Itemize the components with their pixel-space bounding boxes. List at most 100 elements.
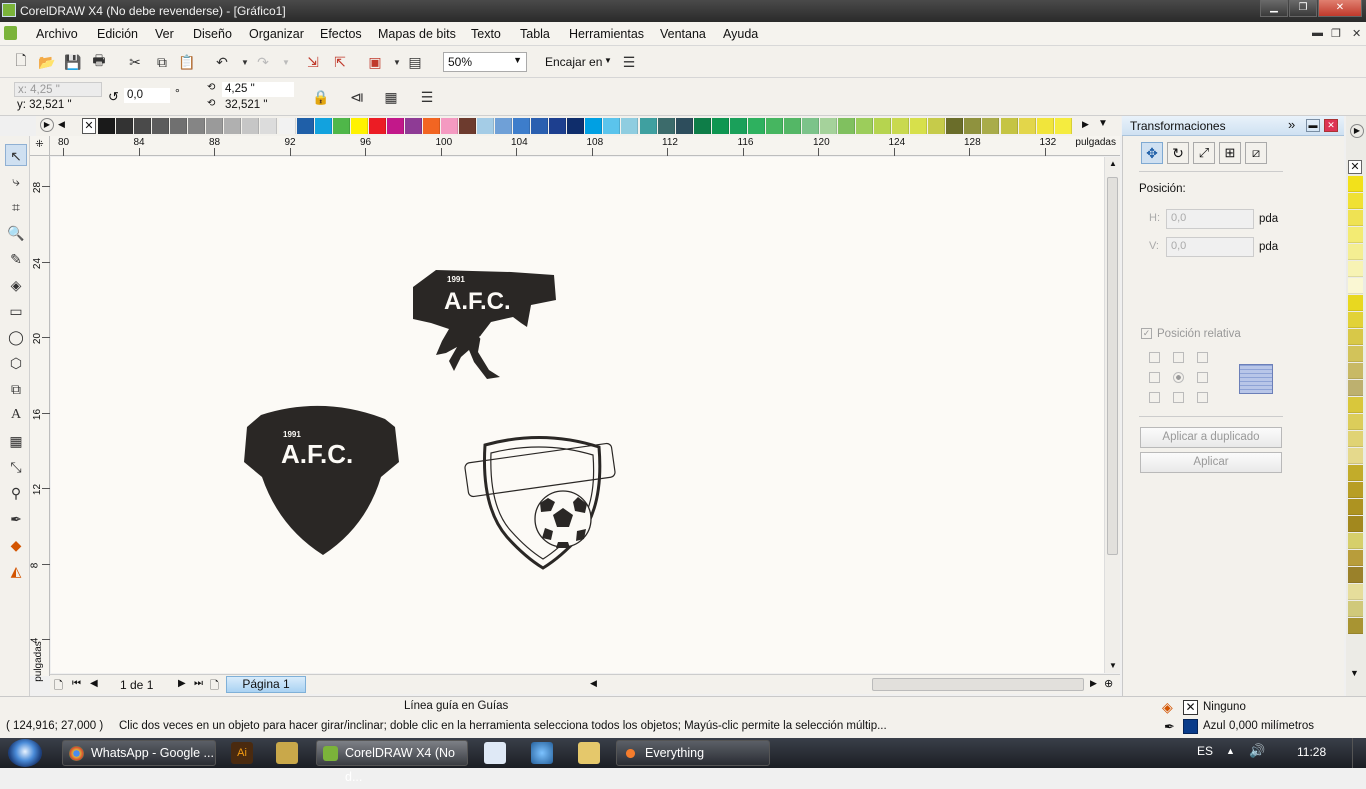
- right-color-swatch[interactable]: [1348, 193, 1363, 209]
- text-tool-icon[interactable]: A: [5, 404, 27, 426]
- color-swatch[interactable]: [657, 118, 675, 134]
- undo-dropdown-icon[interactable]: ▼: [236, 53, 254, 71]
- crop-tool-icon[interactable]: ⌗: [5, 196, 27, 218]
- right-color-swatch[interactable]: [1348, 227, 1363, 243]
- close-button[interactable]: ✕: [1318, 0, 1362, 17]
- anchor-center[interactable]: [1173, 372, 1184, 383]
- eyedropper-tool-icon[interactable]: ⚲: [5, 482, 27, 504]
- anchor-middle-left[interactable]: [1149, 372, 1160, 383]
- color-swatch[interactable]: [386, 118, 404, 134]
- show-desktop-button[interactable]: [1352, 738, 1366, 768]
- coreldraw-app-icon[interactable]: [2, 3, 16, 17]
- hscroll-right-icon[interactable]: ▶: [1090, 678, 1097, 689]
- horizontal-scroll-thumb[interactable]: [872, 678, 1084, 691]
- right-color-swatch[interactable]: [1348, 601, 1363, 617]
- menu-edicion[interactable]: Edición: [97, 27, 138, 41]
- hscroll-left-icon[interactable]: ◀: [590, 678, 597, 689]
- color-swatch[interactable]: [314, 118, 332, 134]
- maximize-button[interactable]: ❐: [1289, 0, 1317, 17]
- right-color-swatch[interactable]: [1348, 618, 1363, 634]
- rectangle-tool-icon[interactable]: ▭: [5, 300, 27, 322]
- right-color-swatch[interactable]: [1348, 380, 1363, 396]
- import-icon[interactable]: ⇲: [304, 53, 322, 71]
- palette-scroll-left-icon[interactable]: ◀: [58, 119, 65, 130]
- right-palette-scroll-icon[interactable]: ▼: [1350, 668, 1359, 678]
- menu-ver[interactable]: Ver: [155, 27, 174, 41]
- menu-archivo[interactable]: Archivo: [36, 27, 78, 41]
- color-swatch[interactable]: [729, 118, 747, 134]
- undo-icon[interactable]: ↶: [213, 53, 231, 71]
- right-color-swatch[interactable]: [1348, 448, 1363, 464]
- right-color-swatch[interactable]: [1348, 499, 1363, 515]
- anchor-top-right[interactable]: [1197, 352, 1208, 363]
- right-color-swatch[interactable]: [1348, 244, 1363, 260]
- application-launcher-icon[interactable]: ▣: [366, 53, 384, 71]
- palette-scroll-right-icon[interactable]: ▶: [1082, 119, 1089, 130]
- snap-to-label[interactable]: Encajar en: [545, 55, 602, 69]
- zoom-dropdown-icon[interactable]: ▼: [513, 55, 522, 65]
- menu-diseno[interactable]: Diseño: [193, 27, 232, 41]
- volume-icon[interactable]: 🔊: [1249, 743, 1265, 759]
- rotation-center-x-field[interactable]: 4,25 ": [222, 82, 294, 97]
- menu-efectos[interactable]: Efectos: [320, 27, 362, 41]
- menu-ventana[interactable]: Ventana: [660, 27, 706, 41]
- navigator-icon[interactable]: ⊕: [1104, 677, 1113, 690]
- right-color-swatch[interactable]: [1348, 397, 1363, 413]
- color-swatch[interactable]: [1000, 118, 1018, 134]
- color-swatch[interactable]: [982, 118, 1000, 134]
- illustrator-icon[interactable]: Ai: [231, 742, 253, 764]
- color-swatch[interactable]: [116, 118, 134, 134]
- color-swatch[interactable]: [1054, 118, 1072, 134]
- taskbar-everything[interactable]: Everything: [616, 740, 770, 766]
- redo-icon[interactable]: ↷: [254, 53, 272, 71]
- color-swatch[interactable]: [910, 118, 928, 134]
- apply-to-duplicate-button[interactable]: Aplicar a duplicado: [1140, 427, 1282, 448]
- right-color-swatch[interactable]: [1348, 176, 1363, 192]
- right-palette-menu-icon[interactable]: ▶: [1350, 124, 1364, 138]
- outline-color-swatch[interactable]: [1183, 719, 1198, 734]
- color-swatch[interactable]: [747, 118, 765, 134]
- cut-icon[interactable]: ✂: [126, 53, 144, 71]
- palette-expand-icon[interactable]: ▼: [1098, 118, 1108, 129]
- color-swatch[interactable]: [422, 118, 440, 134]
- color-swatch[interactable]: [693, 118, 711, 134]
- taskbar-coreldraw[interactable]: CorelDRAW X4 (No d...: [316, 740, 468, 784]
- no-color-swatch[interactable]: ✕: [1348, 160, 1362, 174]
- last-page-icon[interactable]: ⏭: [194, 678, 203, 689]
- color-swatch[interactable]: [260, 118, 278, 134]
- vertical-scrollbar[interactable]: ▲ ▼: [1104, 157, 1120, 673]
- welcome-screen-icon[interactable]: ▤: [406, 53, 424, 71]
- color-swatch[interactable]: [603, 118, 621, 134]
- clock-time[interactable]: 11:28: [1297, 745, 1326, 759]
- next-page-icon[interactable]: ▶: [178, 678, 186, 689]
- rotation-angle-field[interactable]: 0,0: [124, 88, 170, 103]
- table-tool-icon[interactable]: ▦: [5, 430, 27, 452]
- anchor-bottom-center[interactable]: [1173, 392, 1184, 403]
- menu-organizar[interactable]: Organizar: [249, 27, 304, 41]
- notepad-icon[interactable]: [484, 742, 506, 764]
- no-fill-swatch[interactable]: ✕: [82, 118, 96, 134]
- pick-tool-icon[interactable]: ↖: [5, 144, 27, 166]
- docker-close-button[interactable]: ✕: [1324, 119, 1338, 132]
- language-indicator[interactable]: ES: [1197, 744, 1213, 758]
- color-swatch[interactable]: [801, 118, 819, 134]
- color-swatch[interactable]: [296, 118, 314, 134]
- zoom-tool-icon[interactable]: 🔍: [5, 222, 27, 244]
- outline-shield-with-ball[interactable]: [464, 435, 616, 570]
- color-swatch[interactable]: [332, 118, 350, 134]
- smart-fill-tool-icon[interactable]: ◈: [5, 274, 27, 296]
- right-color-swatch[interactable]: [1348, 465, 1363, 481]
- color-swatch[interactable]: [856, 118, 874, 134]
- right-color-swatch[interactable]: [1348, 363, 1363, 379]
- document-icon[interactable]: [4, 26, 17, 40]
- anchor-middle-right[interactable]: [1197, 372, 1208, 383]
- color-swatch[interactable]: [350, 118, 368, 134]
- color-swatch[interactable]: [549, 118, 567, 134]
- launcher-dropdown-icon[interactable]: ▼: [388, 53, 406, 71]
- color-swatch[interactable]: [242, 118, 260, 134]
- scroll-down-icon[interactable]: ▼: [1109, 661, 1117, 670]
- right-color-swatch[interactable]: [1348, 516, 1363, 532]
- color-swatch[interactable]: [946, 118, 964, 134]
- y-position-field[interactable]: y: 32,521 ": [14, 98, 102, 113]
- doc-minimize-button[interactable]: ▬: [1312, 27, 1323, 39]
